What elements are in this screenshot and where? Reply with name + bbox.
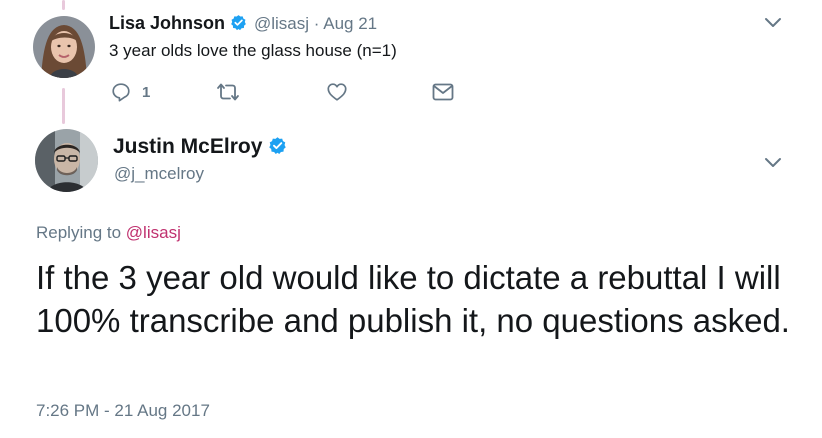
replying-prefix: Replying to [36, 223, 122, 242]
justin-handle[interactable]: @j_mcelroy [114, 164, 204, 184]
dot-separator: · [313, 14, 320, 33]
lisa-handle[interactable]: @lisasj [254, 14, 309, 33]
reply-tweet-text: 3 year olds love the glass house (n=1) [109, 41, 397, 60]
lisa-author-name[interactable]: Lisa Johnson [109, 13, 247, 36]
verified-badge-icon [230, 14, 247, 36]
tweet-timestamp[interactable]: 7:26 PM - 21 Aug 2017 [36, 401, 210, 421]
replying-to-mention[interactable]: @lisasj [126, 223, 181, 242]
justin-avatar[interactable] [35, 129, 98, 192]
main-tweet-text: If the 3 year old would like to dictate … [36, 259, 790, 339]
heart-icon [327, 83, 347, 101]
chevron-down-icon[interactable] [764, 16, 782, 34]
verified-badge-icon [268, 136, 287, 161]
envelope-icon [432, 83, 454, 101]
lisa-handle-date: @lisasj · Aug 21 [254, 14, 377, 34]
replying-to: Replying to @lisasj [36, 223, 181, 243]
reply-action[interactable]: 1 [110, 81, 150, 103]
like-action[interactable] [326, 81, 348, 103]
retweet-icon [217, 83, 239, 101]
chevron-down-icon[interactable] [764, 156, 782, 174]
justin-name-text[interactable]: Justin McElroy [113, 135, 262, 158]
dm-action[interactable] [432, 83, 454, 101]
thread-line-bottom [62, 88, 65, 124]
thread-line-top [62, 0, 65, 10]
lisa-avatar[interactable] [33, 16, 95, 78]
reply-icon [112, 83, 130, 102]
justin-author-name[interactable]: Justin McElroy [113, 135, 287, 161]
tweet-date[interactable]: Aug 21 [323, 14, 377, 33]
reply-count: 1 [142, 83, 151, 101]
retweet-action[interactable] [215, 82, 241, 102]
lisa-name-text[interactable]: Lisa Johnson [109, 13, 225, 33]
